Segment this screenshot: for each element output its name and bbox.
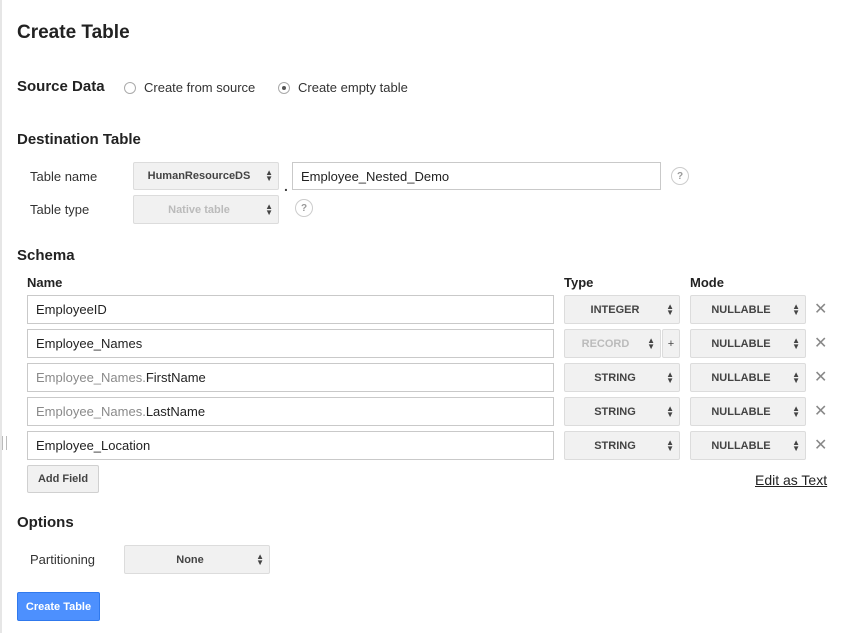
field-type-value: STRING (594, 439, 636, 452)
select-arrows-icon: ▲ ▼ (666, 437, 674, 453)
add-nested-field-button[interactable]: + (662, 329, 680, 358)
schema-field-type-select[interactable]: STRING ▲ ▼ (564, 397, 680, 426)
schema-field-mode-select[interactable]: NULLABLE ▲ ▼ (690, 431, 806, 460)
options-label: Options (17, 514, 74, 531)
select-arrows-icon: ▲ ▼ (666, 403, 674, 419)
schema-field-mode-select[interactable]: NULLABLE ▲ ▼ (690, 397, 806, 426)
field-mode-value: NULLABLE (711, 439, 771, 452)
radio-circle-create-from-source (124, 81, 136, 94)
radio-create-from-source[interactable]: Create from source (124, 80, 255, 95)
schema-header-name: Name (27, 275, 63, 290)
create-table-button[interactable]: Create Table (17, 592, 100, 621)
schema-header-mode: Mode (690, 275, 724, 290)
remove-field-icon[interactable]: ✕ (814, 438, 827, 454)
table-name-input-value: Employee_Nested_Demo (301, 168, 450, 184)
field-name-value: EmployeeID (36, 302, 107, 317)
select-arrows-icon: ▲ ▼ (792, 369, 800, 385)
schema-field-mode-select[interactable]: NULLABLE ▲ ▼ (690, 363, 806, 392)
field-mode-value: NULLABLE (711, 337, 771, 350)
dataset-table-separator: . (284, 178, 288, 194)
select-arrows-icon: ▲ ▼ (265, 168, 273, 183)
remove-field-icon[interactable]: ✕ (814, 302, 827, 318)
field-type-value: STRING (594, 405, 636, 418)
select-arrows-icon: ▲ ▼ (666, 301, 674, 317)
schema-field-name-input[interactable]: Employee_Location (27, 431, 554, 460)
panel-resize-handle[interactable] (2, 436, 7, 450)
field-type-value: INTEGER (590, 303, 640, 316)
field-mode-value: NULLABLE (711, 303, 771, 316)
remove-field-icon[interactable]: ✕ (814, 336, 827, 352)
destination-table-label: Destination Table (17, 131, 141, 148)
table-name-help-icon[interactable]: ? (671, 167, 689, 185)
schema-field-name-input[interactable]: EmployeeID (27, 295, 554, 324)
table-name-input[interactable]: Employee_Nested_Demo (292, 162, 661, 190)
radio-circle-create-empty-table (278, 81, 290, 94)
schema-field-mode-select[interactable]: NULLABLE ▲ ▼ (690, 329, 806, 358)
dataset-select[interactable]: HumanResourceDS ▲ ▼ (133, 162, 279, 190)
source-data-label: Source Data (17, 78, 105, 95)
remove-field-icon[interactable]: ✕ (814, 404, 827, 420)
field-name-prefix: Employee_Names. (36, 370, 146, 385)
table-type-help-icon[interactable]: ? (295, 199, 313, 217)
page-title: Create Table (17, 22, 130, 43)
schema-field-name-input[interactable]: Employee_Names. FirstName (27, 363, 554, 392)
select-arrows-icon: ▲ ▼ (647, 335, 655, 351)
radio-label-create-empty-table: Create empty table (298, 80, 408, 95)
table-type-label: Table type (30, 202, 90, 217)
table-name-label: Table name (30, 169, 98, 184)
schema-field-type-select[interactable]: RECORD ▲ ▼ (564, 329, 661, 358)
schema-field-mode-select[interactable]: NULLABLE ▲ ▼ (690, 295, 806, 324)
field-name-value: Employee_Location (36, 438, 151, 453)
select-arrows-icon: ▲ ▼ (265, 201, 273, 217)
partitioning-label: Partitioning (30, 552, 96, 567)
remove-field-icon[interactable]: ✕ (814, 370, 827, 386)
schema-header-type: Type (564, 275, 594, 290)
partitioning-select-value: None (176, 553, 204, 566)
schema-field-type-select[interactable]: STRING ▲ ▼ (564, 363, 680, 392)
schema-field-name-input[interactable]: Employee_Names (27, 329, 554, 358)
field-name-value: FirstName (145, 370, 206, 385)
select-arrows-icon: ▲ ▼ (792, 403, 800, 419)
field-type-value: STRING (594, 371, 636, 384)
table-type-select[interactable]: Native table ▲ ▼ (133, 195, 279, 224)
select-arrows-icon: ▲ ▼ (256, 551, 264, 567)
schema-field-name-input[interactable]: Employee_Names. LastName (27, 397, 554, 426)
radio-label-create-from-source: Create from source (144, 80, 256, 95)
field-name-value: Employee_Names (36, 336, 143, 351)
select-arrows-icon: ▲ ▼ (792, 301, 800, 317)
partitioning-select[interactable]: None ▲ ▼ (124, 545, 270, 574)
schema-field-type-select[interactable]: INTEGER ▲ ▼ (564, 295, 680, 324)
field-name-value: LastName (145, 404, 206, 419)
field-mode-value: NULLABLE (711, 371, 771, 384)
left-panel-border (0, 0, 2, 633)
field-type-value: RECORD (581, 337, 630, 350)
field-name-prefix: Employee_Names. (36, 404, 146, 419)
add-field-button[interactable]: Add Field (27, 465, 99, 493)
select-arrows-icon: ▲ ▼ (792, 335, 800, 351)
edit-as-text-link[interactable]: Edit as Text (755, 472, 827, 488)
radio-create-empty-table[interactable]: Create empty table (278, 80, 408, 95)
dataset-select-value: HumanResourceDS (147, 170, 251, 182)
field-mode-value: NULLABLE (711, 405, 771, 418)
schema-label: Schema (17, 247, 75, 264)
select-arrows-icon: ▲ ▼ (792, 437, 800, 453)
select-arrows-icon: ▲ ▼ (666, 369, 674, 385)
table-type-select-value: Native table (168, 203, 230, 216)
schema-field-type-select[interactable]: STRING ▲ ▼ (564, 431, 680, 460)
